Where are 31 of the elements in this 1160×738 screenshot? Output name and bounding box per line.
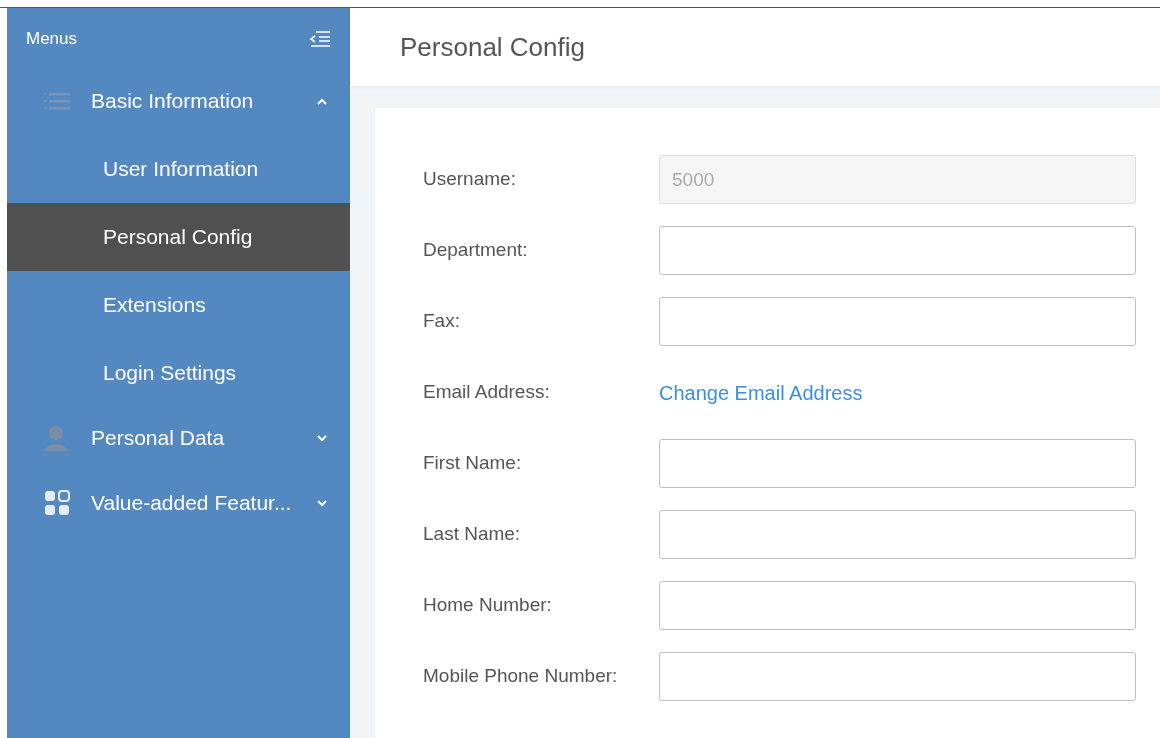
menu-group[interactable]: Basic Information bbox=[7, 67, 350, 135]
field-label: Department: bbox=[422, 238, 529, 263]
chevron-down-icon bbox=[316, 434, 328, 442]
field-label: Email Address: bbox=[422, 380, 551, 405]
apps-icon bbox=[44, 490, 70, 516]
text-field[interactable] bbox=[659, 652, 1136, 701]
field-label: Home Number: bbox=[422, 593, 553, 618]
chevron-down-icon bbox=[316, 499, 328, 507]
page-title: Personal Config bbox=[400, 30, 585, 64]
menu-item[interactable]: User Information bbox=[7, 135, 350, 203]
field-label: First Name: bbox=[422, 451, 523, 476]
chevron-up-icon bbox=[316, 97, 328, 105]
menu-item[interactable]: Login Settings bbox=[7, 339, 350, 407]
person-icon bbox=[44, 425, 68, 451]
text-field[interactable] bbox=[659, 226, 1136, 275]
field-label: Last Name: bbox=[422, 522, 522, 547]
field-label: Username: bbox=[422, 167, 517, 192]
menu-item[interactable]: Extensions bbox=[7, 271, 350, 339]
menu-item[interactable]: Personal Config bbox=[7, 203, 350, 271]
menu-group[interactable]: Value-added Featur... bbox=[7, 469, 350, 537]
menu-title: Menus bbox=[26, 28, 78, 51]
text-field[interactable] bbox=[659, 439, 1136, 488]
text-field[interactable] bbox=[659, 581, 1136, 630]
text-field[interactable] bbox=[659, 297, 1136, 346]
field-label: Mobile Phone Number: bbox=[422, 664, 619, 689]
change-email-link[interactable]: Change Email Address bbox=[659, 377, 863, 408]
menu-group[interactable]: Personal Data bbox=[7, 404, 350, 472]
list-icon bbox=[44, 91, 70, 111]
field-label: Fax: bbox=[422, 309, 461, 334]
text-field[interactable] bbox=[659, 510, 1136, 559]
collapse-menu-icon[interactable] bbox=[310, 30, 330, 48]
